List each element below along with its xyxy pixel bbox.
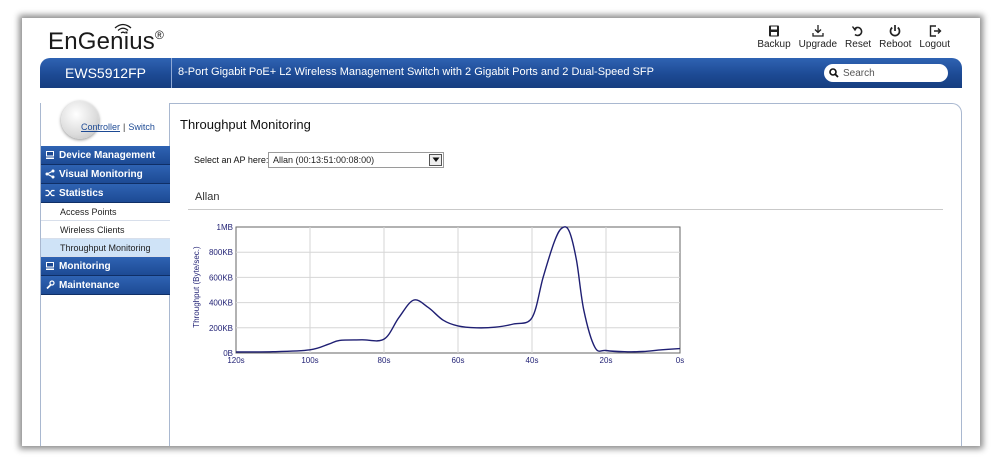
reset-icon: [852, 26, 863, 37]
sidebar-item-label: Visual Monitoring: [59, 168, 143, 180]
sidebar-item-label: Device Management: [59, 149, 156, 161]
logout-icon: [929, 25, 942, 37]
share-icon: [45, 169, 55, 179]
sidebar-item-wireless-clients[interactable]: Wireless Clients: [41, 221, 170, 239]
reset-button[interactable]: Reset: [841, 24, 875, 50]
upgrade-button[interactable]: Upgrade: [795, 24, 841, 50]
sidebar: Controller | Switch Device Management Visu…: [40, 101, 170, 446]
logout-button[interactable]: Logout: [915, 24, 954, 50]
y-tick-label: 1MB: [217, 223, 233, 232]
chevron-down-icon: [429, 154, 442, 166]
x-tick-label: 80s: [378, 356, 391, 365]
power-icon: [889, 25, 901, 37]
sidebar-item-statistics[interactable]: Statistics: [41, 184, 170, 203]
model-description: 8-Port Gigabit PoE+ L2 Wireless Manageme…: [178, 66, 654, 78]
search-box: [824, 64, 948, 82]
sidebar-item-monitoring[interactable]: Monitoring: [41, 257, 170, 276]
model-name: EWS5912FP: [40, 58, 172, 88]
x-tick-label: 60s: [452, 356, 465, 365]
computer-icon: [46, 262, 54, 270]
reboot-label: Reboot: [879, 39, 912, 50]
backup-button[interactable]: Backup: [753, 24, 794, 50]
backup-label: Backup: [757, 39, 791, 50]
sidebar-item-access-points[interactable]: Access Points: [41, 203, 170, 221]
controller-link[interactable]: Controller: [81, 122, 120, 132]
x-tick-label: 20s: [600, 356, 613, 365]
throughput-chart: 0B200KB400KB600KB800KB1MB 120s 100s 80s 60s…: [192, 223, 684, 365]
chart-grid: [235, 226, 681, 354]
logout-label: Logout: [919, 39, 950, 50]
ap-select-value: Allan (00:13:51:00:08:00): [273, 155, 375, 165]
section-divider: [188, 209, 943, 210]
reboot-button[interactable]: Reboot: [875, 24, 915, 50]
title-bar: EWS5912FP 8-Port Gigabit PoE+ L2 Wireles…: [40, 58, 962, 88]
main-content: Throughput Monitoring Select an AP here:…: [170, 103, 962, 446]
ap-select[interactable]: Allan (00:13:51:00:08:00): [268, 152, 444, 168]
section-title: Allan: [195, 191, 220, 203]
x-tick-label: 120s: [227, 356, 244, 365]
ap-select-label: Select an AP here:: [194, 155, 269, 165]
y-tick-label: 400KB: [209, 299, 233, 308]
y-tick-label: 800KB: [209, 248, 233, 257]
top-header: EnGenius® Backup Upgrade Reset Reboot Lo…: [22, 18, 980, 58]
x-tick-label: 0s: [676, 356, 684, 365]
sidebar-item-maintenance[interactable]: Maintenance: [41, 276, 170, 295]
y-axis-label: Throughput (Byte/sec.): [192, 246, 201, 328]
search-icon[interactable]: [829, 68, 839, 78]
x-tick-label: 100s: [301, 356, 318, 365]
app-window: EnGenius® Backup Upgrade Reset Reboot Lo…: [22, 18, 980, 446]
wrench-icon: [46, 280, 55, 290]
shuffle-icon: [45, 189, 55, 197]
switch-link[interactable]: Switch: [128, 122, 155, 132]
upgrade-label: Upgrade: [798, 39, 838, 50]
sidebar-item-device-management[interactable]: Device Management: [41, 146, 170, 165]
mode-separator: |: [123, 122, 126, 132]
sidebar-item-visual-monitoring[interactable]: Visual Monitoring: [41, 165, 170, 184]
y-tick-label: 600KB: [209, 273, 233, 282]
sidebar-item-throughput-monitoring[interactable]: Throughput Monitoring: [41, 239, 170, 257]
wifi-icon: [114, 23, 132, 34]
sidebar-item-label: Maintenance: [59, 279, 120, 291]
toolbar: Backup Upgrade Reset Reboot Logout: [753, 24, 954, 50]
x-tick-label: 40s: [526, 356, 539, 365]
x-tick-labels: 120s 100s 80s 60s 40s 20s 0s: [227, 356, 684, 365]
device-avatar: [61, 101, 99, 139]
download-icon: [812, 25, 824, 37]
search-input[interactable]: [843, 67, 939, 79]
mode-links: Controller | Switch: [81, 122, 155, 132]
brand-logo: EnGenius®: [48, 28, 165, 55]
y-tick-labels: 0B200KB400KB600KB800KB1MB: [209, 223, 233, 358]
reset-label: Reset: [845, 39, 872, 50]
save-icon: [768, 25, 779, 37]
computer-icon: [46, 151, 54, 159]
sidebar-item-label: Statistics: [59, 187, 104, 199]
sidebar-menu: Device Management Visual Monitoring Stat…: [41, 146, 170, 295]
page-title: Throughput Monitoring: [180, 117, 311, 132]
y-tick-label: 200KB: [209, 324, 233, 333]
sidebar-item-label: Monitoring: [59, 260, 111, 272]
